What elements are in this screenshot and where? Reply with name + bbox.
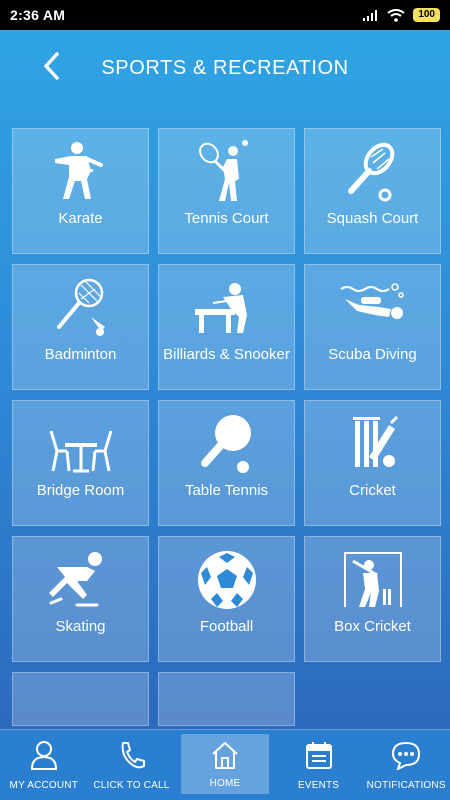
tile-cricket[interactable]: Cricket (304, 400, 441, 526)
tile-label: Squash Court (326, 210, 419, 227)
home-icon (212, 742, 238, 769)
nav-label: HOME (209, 778, 241, 789)
bridge-room-icon (49, 430, 113, 473)
tile-label: Badminton (44, 346, 117, 363)
status-bar: 2:36 AM 100 (0, 0, 450, 30)
skating-icon (49, 552, 102, 607)
calendar-icon (305, 742, 332, 769)
battery-indicator: 100 (413, 8, 440, 22)
tile-scuba-diving[interactable]: Scuba Diving (304, 264, 441, 390)
account-icon (30, 741, 57, 770)
nav-label: EVENTS (297, 780, 340, 791)
tile-box-cricket[interactable]: Box Cricket (304, 536, 441, 662)
nav-click-to-call[interactable]: CLICK TO CALL (88, 730, 176, 800)
billiards-icon (195, 283, 247, 333)
tile-empty[interactable] (158, 672, 295, 726)
tile-label: Football (199, 618, 254, 635)
nav-events[interactable]: EVENTS (275, 730, 363, 800)
tile-label: Tennis Court (184, 210, 269, 227)
header: SPORTS & RECREATION (0, 30, 450, 108)
tile-tennis-court[interactable]: Tennis Court (158, 128, 295, 254)
tile-badminton[interactable]: Badminton (12, 264, 149, 390)
football-icon (198, 551, 256, 609)
tile-empty[interactable] (12, 672, 149, 726)
tile-karate[interactable]: Karate (12, 128, 149, 254)
tile-squash-court[interactable]: Squash Court (304, 128, 441, 254)
tile-label: Billiards & Snooker (163, 346, 290, 363)
badminton-icon (57, 278, 105, 336)
tile-label: Bridge Room (36, 482, 125, 499)
tile-label: Karate (58, 210, 103, 227)
phone-icon (122, 742, 146, 769)
scuba-icon (340, 283, 404, 319)
tile-label: Cricket (349, 482, 396, 499)
nav-notifications[interactable]: NOTIFICATIONS (362, 730, 450, 800)
nav-label: NOTIFICATIONS (366, 780, 446, 791)
nav-label: CLICK TO CALL (93, 780, 170, 791)
nav-home[interactable]: HOME (181, 734, 269, 794)
status-time: 2:36 AM (10, 7, 66, 23)
cricket-icon (353, 415, 399, 467)
tile-billiards[interactable]: Billiards & Snooker (158, 264, 295, 390)
squash-icon (348, 142, 395, 202)
table-tennis-icon (201, 415, 251, 473)
box-cricket-icon (344, 552, 402, 607)
status-icons: 100 (363, 8, 440, 22)
tile-skating[interactable]: Skating (12, 536, 149, 662)
nav-label: MY ACCOUNT (9, 780, 79, 791)
tile-label: Skating (55, 618, 106, 635)
signal-icon (363, 10, 378, 21)
tile-label: Table Tennis (184, 482, 269, 499)
bottom-navigation: MY ACCOUNT CLICK TO CALL HOME EVENTS NOT… (0, 729, 450, 800)
wifi-icon (387, 8, 405, 22)
tile-football[interactable]: Football (158, 536, 295, 662)
chat-icon (392, 741, 421, 770)
tile-label: Box Cricket (334, 618, 411, 635)
karate-icon (55, 142, 103, 199)
tile-label: Scuba Diving (328, 346, 417, 363)
tile-table-tennis[interactable]: Table Tennis (158, 400, 295, 526)
tile-bridge-room[interactable]: Bridge Room (12, 400, 149, 526)
tennis-icon (199, 140, 248, 201)
nav-my-account[interactable]: MY ACCOUNT (0, 730, 88, 800)
page-title: SPORTS & RECREATION (101, 57, 349, 79)
